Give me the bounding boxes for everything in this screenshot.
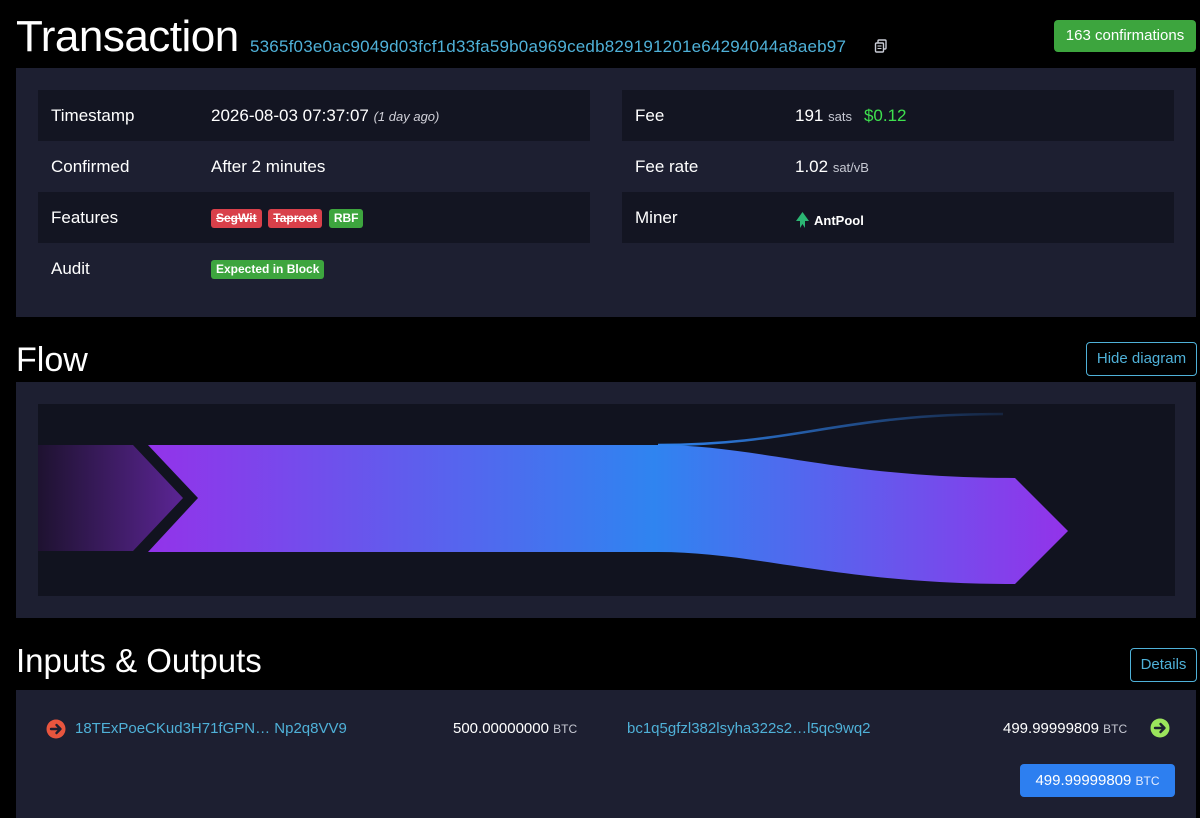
total-amount: 499.99999809: [1035, 772, 1132, 789]
hide-diagram-button[interactable]: Hide diagram: [1086, 342, 1197, 376]
timestamp-text: 2026-08-03 07:37:07: [211, 106, 369, 125]
input-address[interactable]: 18TExPoeCKud3H71fGPN… Np2q8VV9: [75, 720, 347, 737]
features-tags: SegWit Taproot RBF: [211, 209, 365, 229]
input-amount: 500.00000000 BTC: [453, 720, 577, 737]
detail-row-fee: Fee 191 sats $0.12: [622, 90, 1174, 141]
detail-label: Features: [51, 208, 119, 227]
detail-label: Miner: [635, 208, 678, 227]
input-amount-unit: BTC: [553, 722, 578, 736]
detail-row-timestamp: Timestamp 2026-08-03 07:37:07 (1 day ago…: [38, 90, 590, 141]
detail-label: Fee: [635, 106, 665, 125]
flow-fee-line: [657, 412, 1004, 447]
confirmed-value: After 2 minutes: [211, 157, 326, 176]
detail-row-fee-rate: Fee rate 1.02 sat/vB: [622, 141, 1174, 192]
fee-rate-unit: sat/vB: [832, 160, 869, 175]
txid-link[interactable]: 5365f03e0ac9049d03fcf1d33fa59b0a969cedb8…: [250, 37, 846, 57]
miner-value[interactable]: AntPool: [795, 210, 864, 230]
output-amount: 499.99999809 BTC: [1003, 720, 1127, 737]
audit-badge[interactable]: Expected in Block: [211, 260, 325, 279]
flow-input-band: [38, 445, 183, 551]
audit-value: Expected in Block: [211, 260, 326, 280]
page-title: Transaction: [16, 12, 239, 61]
fee-rate-value: 1.02 sat/vB: [795, 157, 869, 177]
detail-row-audit: Audit Expected in Block: [38, 243, 590, 294]
flow-output-band: [148, 445, 1068, 584]
detail-row-confirmed: Confirmed After 2 minutes: [38, 141, 590, 192]
miner-name: AntPool: [814, 213, 864, 228]
detail-row-miner: Miner AntPool: [622, 192, 1174, 243]
output-amount-value: 499.99999809: [1003, 720, 1099, 737]
output-amount-unit: BTC: [1103, 722, 1128, 736]
transaction-header: Transaction 5365f03e0ac9049d03fcf1d33fa5…: [0, 0, 1200, 68]
io-section-title: Inputs & Outputs: [16, 642, 262, 679]
inputs-outputs-panel: 18TExPoeCKud3H71fGPN… Np2q8VV9 500.00000…: [16, 690, 1196, 818]
detail-label: Audit: [51, 259, 90, 278]
feature-tag-segwit[interactable]: SegWit: [211, 209, 262, 228]
detail-label: Confirmed: [51, 157, 130, 176]
arrow-right-circle-green-icon[interactable]: [1150, 718, 1170, 738]
detail-label: Fee rate: [635, 157, 699, 176]
fee-value: 191 sats $0.12: [795, 106, 907, 126]
total-output-badge: 499.99999809 BTC: [1020, 764, 1175, 797]
fee-unit: sats: [828, 109, 852, 124]
feature-tag-taproot[interactable]: Taproot: [268, 209, 323, 228]
total-unit: BTC: [1135, 774, 1160, 788]
confirmations-badge: 163 confirmations: [1054, 20, 1196, 52]
copy-icon[interactable]: [874, 39, 888, 53]
output-address[interactable]: bc1q5gfzl382lsyha322s2…l5qc9wq2: [627, 720, 871, 737]
detail-label: Timestamp: [51, 106, 135, 125]
timestamp-value: 2026-08-03 07:37:07 (1 day ago): [211, 106, 439, 126]
details-button[interactable]: Details: [1130, 648, 1197, 682]
fee-amount: 191: [795, 106, 824, 125]
arrow-right-circle-red-icon[interactable]: [46, 719, 66, 739]
fee-usd: $0.12: [863, 106, 907, 125]
input-amount-value: 500.00000000: [453, 720, 549, 737]
antpool-logo-icon: [796, 212, 809, 228]
detail-row-features: Features SegWit Taproot RBF: [38, 192, 590, 243]
flow-panel: [16, 382, 1196, 618]
flow-section-title: Flow: [16, 341, 88, 379]
fee-rate-amount: 1.02: [795, 157, 829, 176]
feature-tag-rbf[interactable]: RBF: [328, 209, 364, 228]
transaction-details-panel: Timestamp 2026-08-03 07:37:07 (1 day ago…: [16, 68, 1196, 317]
flow-diagram[interactable]: [38, 404, 1175, 596]
timestamp-ago: (1 day ago): [373, 109, 440, 124]
